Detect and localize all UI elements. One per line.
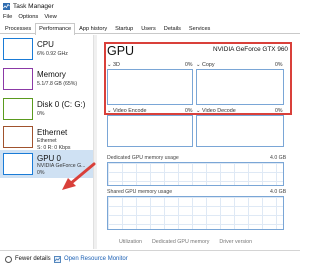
dedicated-memory-value: 4.0 GB (270, 155, 287, 161)
disk-thumbnail-graph (3, 98, 33, 120)
tab-processes[interactable]: Processes (1, 23, 35, 34)
title-bar: Task Manager (0, 0, 300, 13)
resource-monitor-icon[interactable] (54, 256, 61, 263)
tab-details[interactable]: Details (160, 23, 185, 34)
menu-file[interactable]: File (0, 13, 15, 23)
open-resource-monitor-link[interactable]: Open Resource Monitor (64, 256, 128, 262)
task-manager-window: Task Manager File Options View Processes… (0, 0, 300, 269)
window-title: Task Manager (13, 3, 54, 10)
gpu-stats-labels: Utilization Dedicated GPU memory Driver … (119, 239, 289, 245)
performance-sidebar: CPU 6% 0.92 GHz Memory 5.1/7.8 GB (65%) … (0, 35, 94, 249)
shared-memory-graph (107, 196, 284, 230)
footer-bar: Fewer details Open Resource Monitor (0, 250, 300, 269)
sidebar-item-detail-2: 0% (37, 170, 45, 176)
shared-memory-label: Shared GPU memory usage (107, 189, 173, 195)
tab-services[interactable]: Services (185, 23, 214, 34)
sidebar-item-label: Memory (37, 70, 66, 79)
tab-startup[interactable]: Startup (111, 23, 137, 34)
menu-options[interactable]: Options (15, 13, 41, 23)
dedicated-gpu-memory-label: Dedicated GPU memory (151, 239, 210, 245)
menu-bar: File Options View (0, 13, 300, 23)
menu-view[interactable]: View (41, 13, 59, 23)
utilization-label: Utilization (119, 239, 142, 245)
gpu-thumbnail-graph (3, 153, 33, 175)
annotation-arrow-icon (62, 162, 96, 190)
sidebar-item-label: Disk 0 (C: G:) (37, 100, 86, 109)
tab-users[interactable]: Users (137, 23, 160, 34)
tab-bar: Processes Performance App history Startu… (0, 23, 300, 35)
dedicated-memory-label: Dedicated GPU memory usage (107, 155, 179, 161)
shared-memory-value: 4.0 GB (270, 189, 287, 195)
cpu-thumbnail-graph (3, 38, 33, 60)
sidebar-item-label: Ethernet (37, 128, 68, 137)
sidebar-item-detail: 0% (37, 111, 45, 117)
dedicated-memory-graph (107, 162, 284, 186)
sidebar-item-detail: Ethernet (37, 138, 57, 144)
chevron-up-icon[interactable] (5, 256, 12, 263)
sidebar-item-detail: 5.1/7.8 GB (65%) (37, 81, 78, 87)
ethernet-thumbnail-graph (3, 126, 33, 148)
tab-app-history[interactable]: App history (75, 23, 111, 34)
task-manager-app-icon (3, 3, 10, 10)
driver-version-label: Driver version (219, 239, 253, 245)
memory-thumbnail-graph (3, 68, 33, 90)
fewer-details-button[interactable]: Fewer details (15, 256, 51, 262)
sidebar-item-detail: 6% 0.92 GHz (37, 51, 68, 57)
tab-performance[interactable]: Performance (35, 23, 76, 35)
engine-video-encode-graph (107, 115, 193, 147)
sidebar-item-label: CPU (37, 40, 54, 49)
engine-video-decode-graph (196, 115, 284, 147)
annotation-highlight-box (104, 42, 292, 115)
